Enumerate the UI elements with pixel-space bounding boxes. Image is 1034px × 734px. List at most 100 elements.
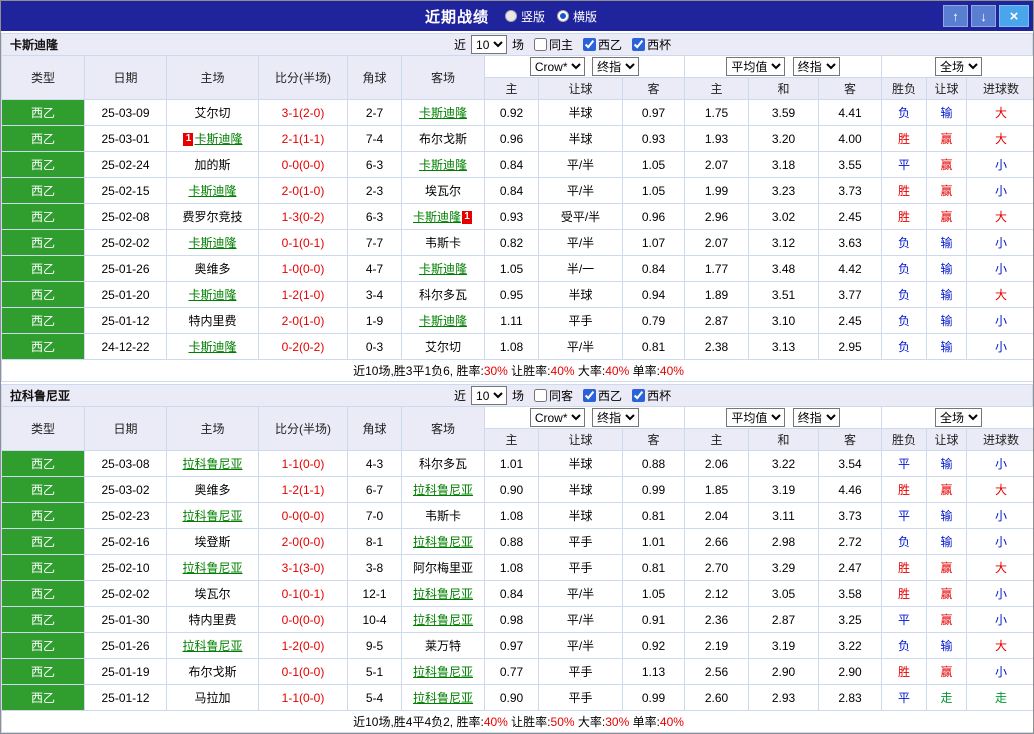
scope-select[interactable]: 全场	[935, 57, 983, 76]
odds-handicap: 平手	[538, 554, 623, 581]
league-checkbox[interactable]	[583, 38, 597, 51]
away-team-link[interactable]: 阿尔梅里亚	[413, 561, 473, 575]
match-score: 1-1(0-0)	[258, 684, 348, 711]
home-team-link[interactable]: 卡斯迪隆	[188, 236, 236, 250]
home-team-link[interactable]: 马拉加	[194, 691, 230, 705]
summary-value: 30%	[605, 715, 630, 729]
avg-home: 1.93	[684, 125, 750, 152]
away-team-link[interactable]: 拉科鲁尼亚	[413, 691, 473, 705]
league-label: 西乙	[598, 389, 623, 403]
home-team-link[interactable]: 艾尔切	[194, 106, 230, 120]
away-team-link[interactable]: 拉科鲁尼亚	[413, 483, 473, 497]
odds-handicap: 半球	[538, 125, 623, 152]
avg-home: 2.70	[684, 554, 750, 581]
away-team-link[interactable]: 埃瓦尔	[425, 184, 461, 198]
home-team-link[interactable]: 特内里费	[188, 314, 236, 328]
table-row: 西乙 25-01-12 特内里费 2-0(1-0) 1-9 卡斯迪隆 1.11 平手 0.79 2…	[1, 307, 1033, 334]
league-filter[interactable]: 西乙	[575, 36, 622, 53]
home-team-link[interactable]: 卡斯迪隆	[188, 340, 236, 354]
avg-stage-select[interactable]: 终指	[792, 408, 840, 427]
bookmaker-select[interactable]: Crow*	[529, 408, 585, 427]
scroll-up-button[interactable]: ↑	[943, 5, 968, 27]
odds-stage-select[interactable]: 终指	[592, 408, 640, 427]
away-team-link[interactable]: 布尔戈斯	[419, 132, 467, 146]
away-team-link[interactable]: 卡斯迪隆	[419, 262, 467, 276]
average-select[interactable]: 平均值	[726, 57, 786, 76]
scope-select-cell: 全场	[881, 406, 1033, 429]
odds-away: 0.96	[621, 203, 686, 230]
home-team-link[interactable]: 埃瓦尔	[194, 587, 230, 601]
match-date: 25-02-16	[84, 528, 167, 555]
away-team-link[interactable]: 拉科鲁尼亚	[413, 665, 473, 679]
home-team-link[interactable]: 拉科鲁尼亚	[182, 457, 242, 471]
odds-stage-select[interactable]: 终指	[592, 57, 640, 76]
summary-prefix: 近10场,胜4平4负2,	[353, 715, 454, 729]
home-team-link[interactable]: 奥维多	[194, 483, 230, 497]
away-team-link[interactable]: 拉科鲁尼亚	[413, 587, 473, 601]
handicap-result-value: 赢	[926, 554, 968, 581]
scroll-down-button[interactable]: ↓	[971, 5, 996, 27]
recent-results-window: 近期战绩 竖版 横版 ↑ ↓ × 卡斯迪隆 近 10 场 同主 西乙 西杯 类型…	[0, 0, 1034, 734]
avg-stage-select[interactable]: 终指	[792, 57, 840, 76]
league-checkbox[interactable]	[583, 389, 597, 402]
summary-label: 单率:	[629, 715, 660, 729]
away-team-link[interactable]: 卡斯迪隆	[413, 210, 461, 224]
match-date: 25-01-19	[84, 658, 167, 685]
corner-score: 5-4	[347, 684, 402, 711]
away-team-link[interactable]: 拉科鲁尼亚	[413, 613, 473, 627]
odds-away: 1.05	[621, 151, 686, 178]
odds-home: 0.98	[484, 606, 539, 633]
home-team-link[interactable]: 奥维多	[194, 262, 230, 276]
away-team-link[interactable]: 莱万特	[425, 639, 461, 653]
recent-count-select[interactable]: 10	[471, 35, 508, 54]
away-team-link[interactable]: 科尔多瓦	[419, 457, 467, 471]
away-team-link[interactable]: 拉科鲁尼亚	[413, 535, 473, 549]
avg-draw: 2.98	[748, 528, 820, 555]
league-badge: 西乙	[1, 177, 85, 204]
close-button[interactable]: ×	[999, 5, 1029, 27]
layout-radio-horizontal[interactable]: 横版	[557, 8, 597, 25]
odds-home: 0.97	[484, 632, 539, 659]
away-team-link[interactable]: 科尔多瓦	[419, 288, 467, 302]
bookmaker-select[interactable]: Crow*	[529, 57, 585, 76]
home-team-link[interactable]: 拉科鲁尼亚	[182, 509, 242, 523]
away-team-link[interactable]: 卡斯迪隆	[419, 314, 467, 328]
cup-checkbox[interactable]	[632, 38, 646, 51]
home-team-link[interactable]: 埃登斯	[194, 535, 230, 549]
summary-row: 近10场,胜3平1负6, 胜率:30% 让胜率:40% 大率:40% 单率:40…	[1, 359, 1033, 382]
same-venue-filter[interactable]: 同主	[526, 36, 573, 53]
cup-checkbox[interactable]	[632, 389, 646, 402]
result-value: 负	[881, 255, 928, 282]
cup-label: 西杯	[647, 38, 672, 52]
home-team-link[interactable]: 卡斯迪隆	[194, 132, 242, 146]
away-team-link[interactable]: 卡斯迪隆	[419, 158, 467, 172]
home-team-link[interactable]: 拉科鲁尼亚	[182, 639, 242, 653]
recent-count-select[interactable]: 10	[471, 386, 508, 405]
away-team-link[interactable]: 卡斯迪隆	[419, 106, 467, 120]
odds-home: 1.05	[484, 255, 539, 282]
cup-filter[interactable]: 西杯	[624, 387, 671, 404]
corner-score: 5-1	[347, 658, 402, 685]
away-team-link[interactable]: 韦斯卡	[425, 236, 461, 250]
home-team-link-cell: 埃瓦尔	[166, 580, 259, 607]
home-team-link[interactable]: 布尔戈斯	[188, 665, 236, 679]
away-team-link[interactable]: 韦斯卡	[425, 509, 461, 523]
same-venue-checkbox[interactable]	[534, 38, 548, 51]
layout-radio-vertical[interactable]: 竖版	[504, 8, 545, 25]
scope-select[interactable]: 全场	[935, 408, 983, 427]
cup-filter[interactable]: 西杯	[624, 36, 671, 53]
home-team-link[interactable]: 特内里费	[188, 613, 236, 627]
average-select[interactable]: 平均值	[726, 408, 786, 427]
home-team-link[interactable]: 卡斯迪隆	[188, 184, 236, 198]
home-team-link[interactable]: 拉科鲁尼亚	[182, 561, 242, 575]
same-venue-filter[interactable]: 同客	[526, 387, 573, 404]
odds-home: 1.01	[484, 450, 539, 477]
home-team-link[interactable]: 加的斯	[194, 158, 230, 172]
league-filter[interactable]: 西乙	[575, 387, 622, 404]
home-team-link[interactable]: 费罗尔竞技	[182, 210, 242, 224]
away-team-link[interactable]: 艾尔切	[425, 340, 461, 354]
away-team-link-cell: 阿尔梅里亚	[401, 554, 485, 581]
same-venue-checkbox[interactable]	[534, 389, 548, 402]
home-team-link[interactable]: 卡斯迪隆	[188, 288, 236, 302]
section-filters: 近 10 场 同主 西乙 西杯	[454, 35, 671, 54]
